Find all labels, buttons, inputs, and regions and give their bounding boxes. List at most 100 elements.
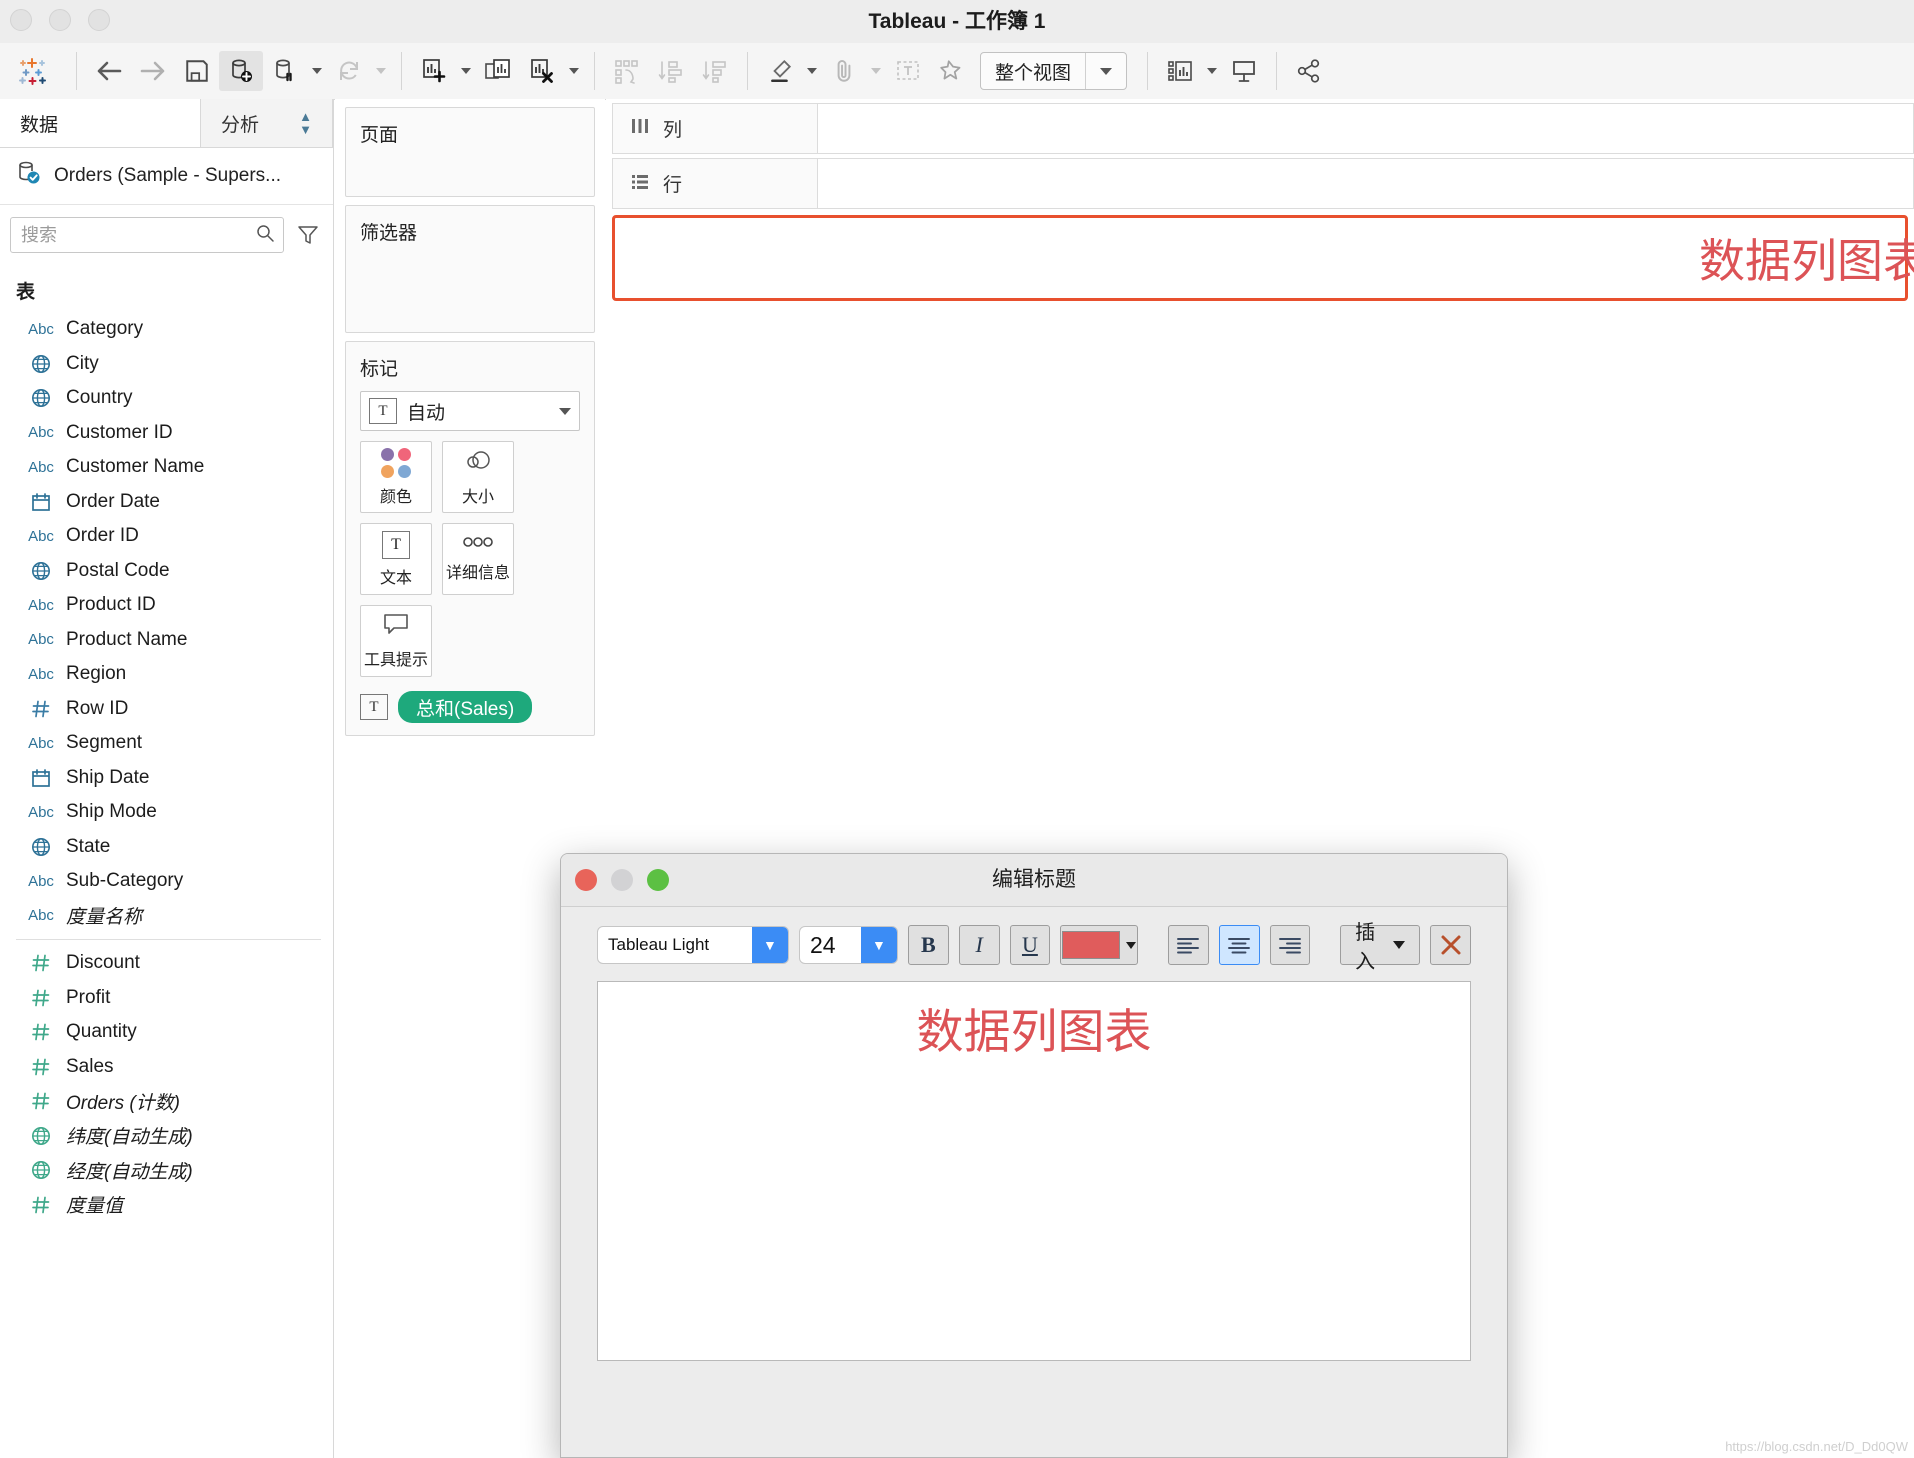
rows-shelf-label: 行: [663, 175, 683, 196]
field-measure-6[interactable]: 纬度(自动生成): [0, 1119, 333, 1154]
refresh-dropdown[interactable]: [371, 51, 391, 91]
field-measure-2[interactable]: Profit: [0, 981, 333, 1016]
fit-dropdown[interactable]: 整个视图: [980, 52, 1128, 90]
field-dimension-1[interactable]: Abc Category: [0, 312, 333, 347]
sort-asc-icon[interactable]: [649, 51, 693, 91]
sort-order-icon[interactable]: ▲ ▼: [299, 110, 312, 136]
color-button[interactable]: 颜色: [360, 441, 432, 513]
font-family-chevron-down-icon[interactable]: ▼: [751, 927, 788, 963]
text-color-button[interactable]: [1060, 925, 1139, 965]
clear-formatting-button[interactable]: [1430, 925, 1471, 965]
field-dimension-2[interactable]: City: [0, 347, 333, 382]
font-size-dropdown[interactable]: 24 ▼: [798, 926, 898, 964]
title-text-editor[interactable]: 数据列图表: [597, 981, 1471, 1361]
field-dimension-18[interactable]: Abc 度量名称: [0, 899, 333, 934]
tableau-logo-icon[interactable]: [0, 51, 66, 91]
field-dimension-3[interactable]: Country: [0, 381, 333, 416]
field-dimension-12[interactable]: Row ID: [0, 692, 333, 727]
show-me-dropdown[interactable]: [1202, 51, 1222, 91]
field-dimension-6[interactable]: Order Date: [0, 485, 333, 520]
search-input[interactable]: [19, 223, 255, 247]
field-measure-4[interactable]: Sales: [0, 1050, 333, 1085]
attach-dropdown[interactable]: [866, 51, 886, 91]
field-dimension-15[interactable]: Abc Ship Mode: [0, 795, 333, 830]
insert-button[interactable]: 插入: [1340, 922, 1421, 973]
highlight-dropdown[interactable]: [802, 51, 822, 91]
chart-duplicate-icon[interactable]: [476, 51, 520, 91]
size-button[interactable]: 大小: [442, 441, 514, 513]
pill-sum-sales[interactable]: 总和(Sales): [398, 691, 533, 723]
field-label: Segment: [66, 732, 143, 754]
search-box[interactable]: [10, 217, 284, 253]
field-dimension-9[interactable]: Abc Product ID: [0, 588, 333, 623]
chart-plus-icon[interactable]: [412, 51, 456, 91]
worksheet-title-band[interactable]: 数据列图表: [612, 215, 1914, 301]
field-dimension-4[interactable]: Abc Customer ID: [0, 416, 333, 451]
tab-data[interactable]: 数据: [0, 99, 201, 147]
text-label-icon[interactable]: [886, 51, 930, 91]
tab-analytics[interactable]: 分析 ▲ ▼: [201, 99, 333, 147]
field-label: 经度(自动生成): [66, 1161, 193, 1183]
columns-drop-zone[interactable]: [818, 103, 1914, 154]
sort-desc-icon[interactable]: [693, 51, 737, 91]
field-dimension-7[interactable]: Abc Order ID: [0, 519, 333, 554]
x-icon: [1441, 935, 1461, 955]
paperclip-icon[interactable]: [822, 51, 866, 91]
text-color-chevron-down-icon[interactable]: [1126, 941, 1137, 949]
field-measure-1[interactable]: Discount: [0, 946, 333, 981]
measure-list: Discount Profit Quantity Sales Orders (计数) 纬度…: [0, 946, 333, 1222]
field-dimension-11[interactable]: Abc Region: [0, 657, 333, 692]
refresh-icon[interactable]: [327, 51, 371, 91]
share-icon[interactable]: [1287, 51, 1331, 91]
mark-type-chevron-down-icon[interactable]: [559, 407, 571, 415]
field-measure-8[interactable]: 度量值: [0, 1188, 333, 1223]
mark-type-dropdown[interactable]: T 自动: [360, 391, 580, 431]
funnel-icon[interactable]: [296, 222, 320, 248]
text-button[interactable]: T 文本: [360, 523, 432, 595]
chart-clear-icon[interactable]: [520, 51, 564, 91]
fit-chevron-down-icon[interactable]: [1085, 53, 1126, 89]
underline-button[interactable]: U: [1009, 925, 1051, 965]
italic-button[interactable]: I: [958, 925, 1000, 965]
new-sheet-dropdown[interactable]: [456, 51, 476, 91]
field-dimension-14[interactable]: Ship Date: [0, 761, 333, 796]
field-dimension-16[interactable]: State: [0, 830, 333, 865]
align-center-button[interactable]: [1218, 925, 1260, 965]
data-source-row[interactable]: Orders (Sample - Supers...: [0, 148, 333, 205]
align-right-button[interactable]: [1269, 925, 1311, 965]
field-dimension-13[interactable]: Abc Segment: [0, 726, 333, 761]
database-pause-icon[interactable]: [263, 51, 307, 91]
database-plus-icon[interactable]: [219, 51, 263, 91]
field-dimension-10[interactable]: Abc Product Name: [0, 623, 333, 658]
rows-drop-zone[interactable]: [818, 158, 1914, 209]
field-measure-5[interactable]: Orders (计数): [0, 1084, 333, 1119]
bold-button[interactable]: B: [907, 925, 949, 965]
marks-buttons: 颜色 大小 T 文本 详细信息 工具提示: [346, 441, 594, 677]
clear-sheet-dropdown[interactable]: [564, 51, 584, 91]
swap-icon[interactable]: [605, 51, 649, 91]
highlighter-icon[interactable]: [758, 51, 802, 91]
align-left-button[interactable]: [1168, 925, 1209, 965]
field-dimension-5[interactable]: Abc Customer Name: [0, 450, 333, 485]
pin-icon[interactable]: [930, 51, 974, 91]
filters-drop-zone[interactable]: [346, 255, 594, 265]
field-dimension-17[interactable]: Abc Sub-Category: [0, 864, 333, 899]
presentation-icon[interactable]: [1222, 51, 1266, 91]
toolbar-sort-group: [605, 43, 737, 99]
pause-updates-dropdown[interactable]: [307, 51, 327, 91]
marks-pill-row: T 总和(Sales): [346, 677, 594, 723]
field-measure-7[interactable]: 经度(自动生成): [0, 1153, 333, 1188]
field-label: Customer Name: [66, 456, 205, 478]
back-button[interactable]: [87, 51, 131, 91]
pages-drop-zone[interactable]: [346, 157, 594, 167]
field-dimension-8[interactable]: Postal Code: [0, 554, 333, 589]
font-size-chevron-down-icon[interactable]: ▼: [860, 927, 897, 963]
tooltip-button[interactable]: 工具提示: [360, 605, 432, 677]
field-measure-3[interactable]: Quantity: [0, 1015, 333, 1050]
forward-button[interactable]: [131, 51, 175, 91]
save-icon[interactable]: [175, 51, 219, 91]
show-me-icon[interactable]: [1158, 51, 1202, 91]
font-family-dropdown[interactable]: Tableau Light ▼: [597, 926, 789, 964]
detail-button[interactable]: 详细信息: [442, 523, 514, 595]
mark-type-label: 自动: [407, 402, 446, 424]
